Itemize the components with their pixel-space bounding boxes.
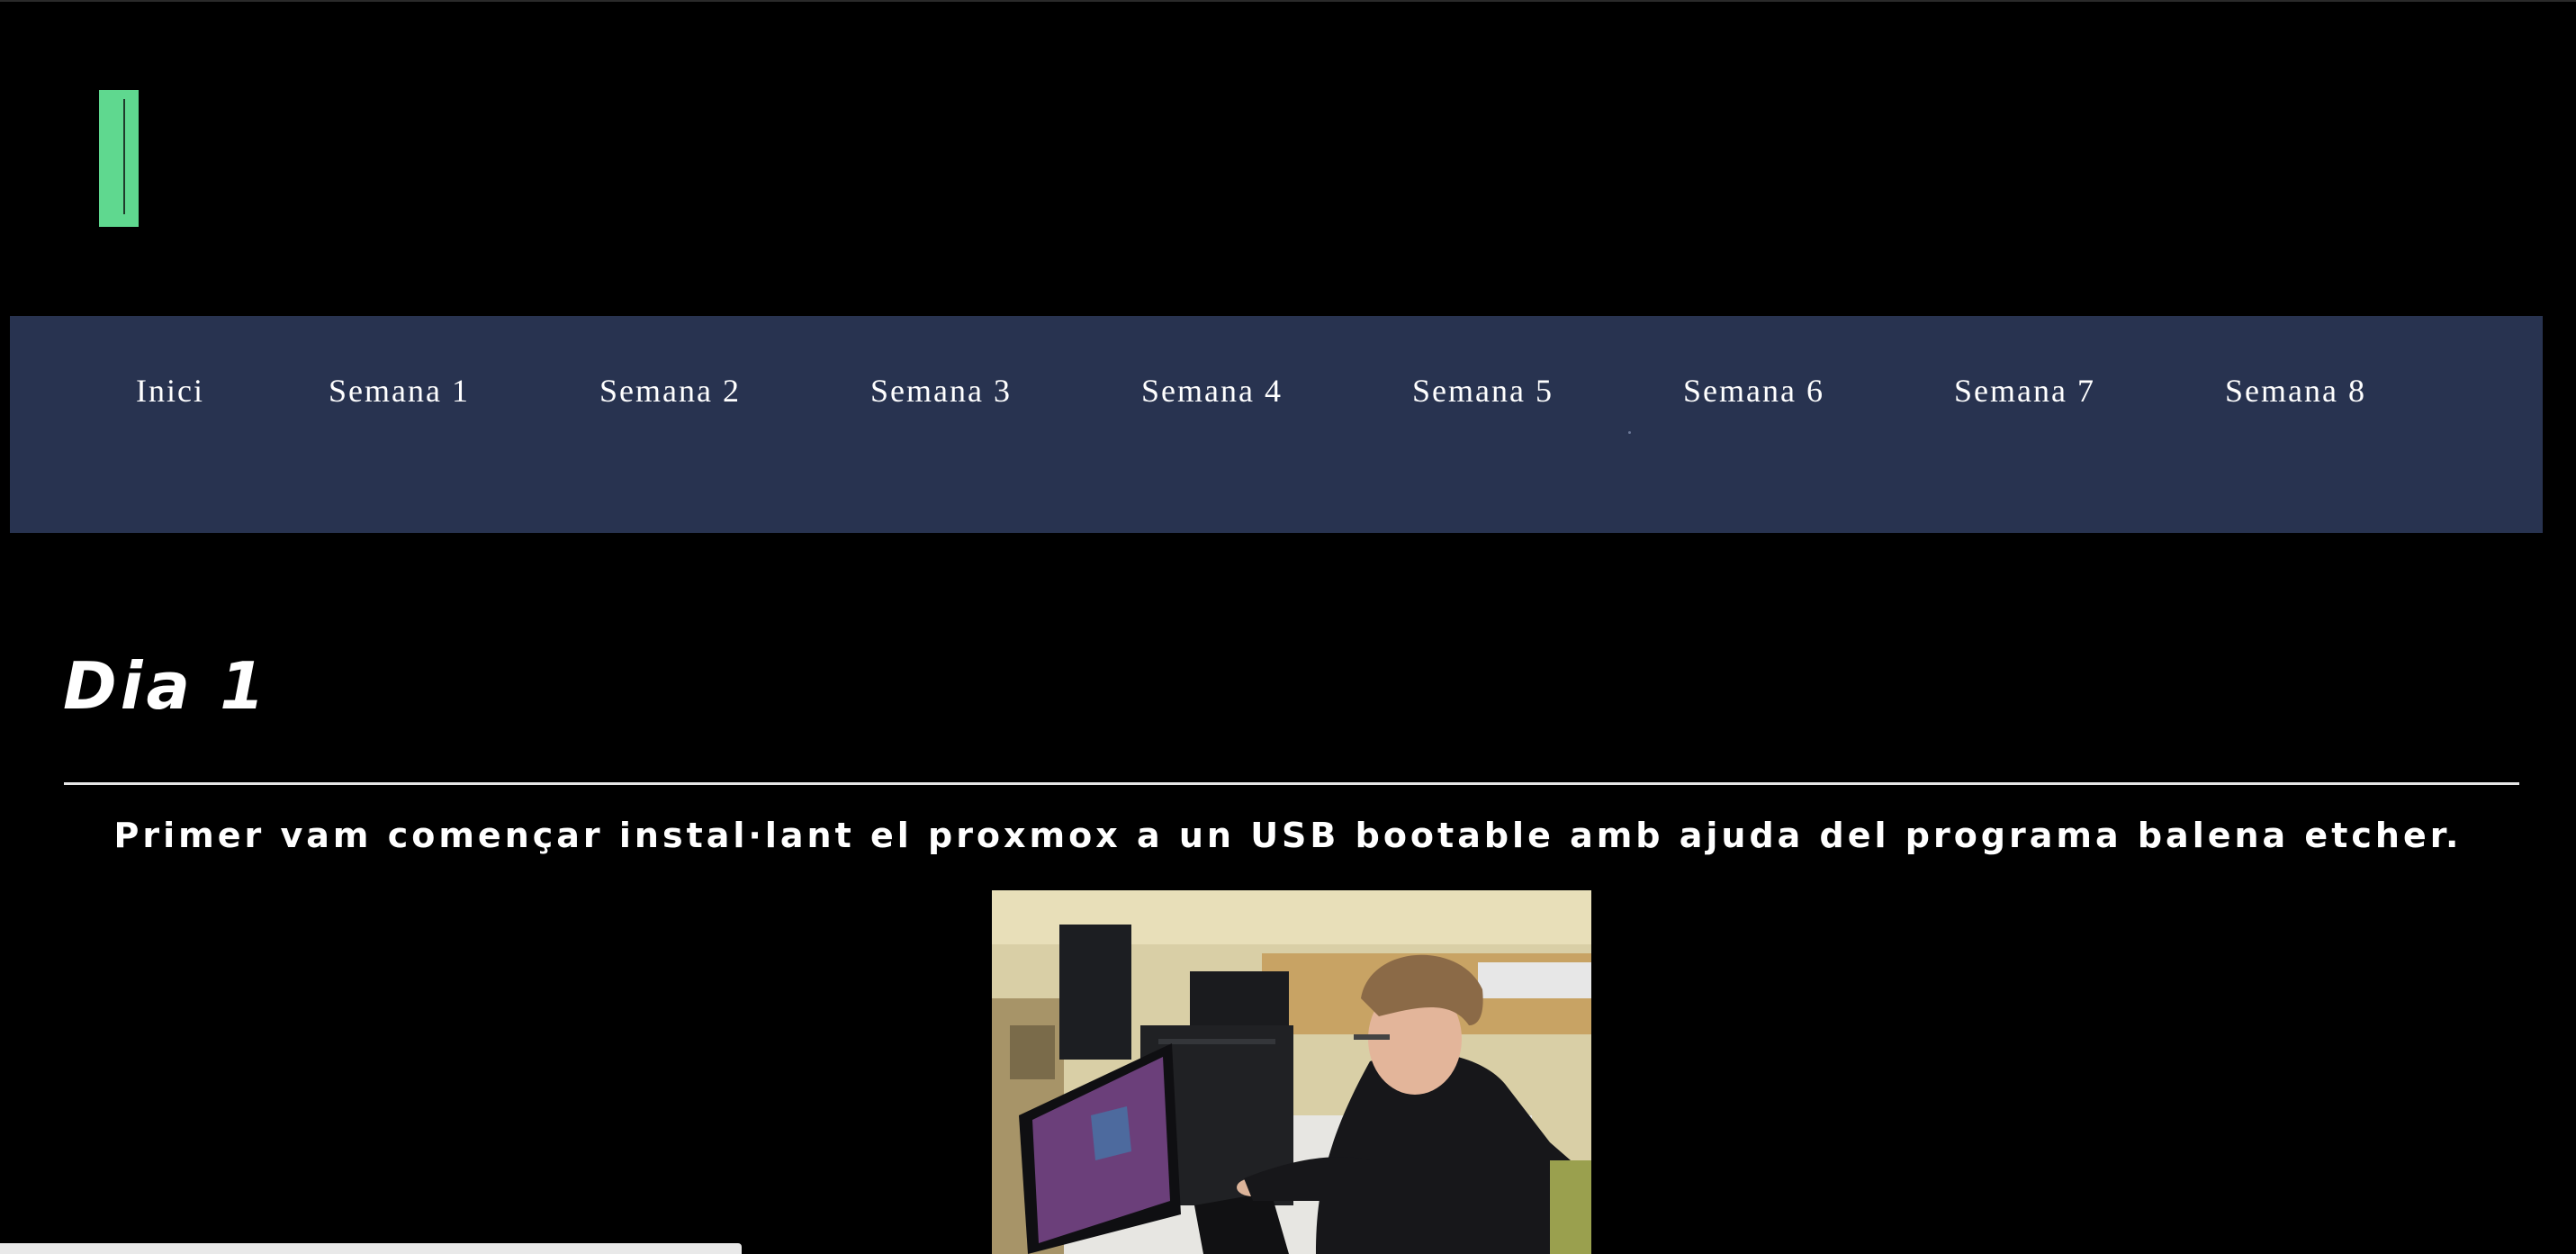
photo-equipment [1010,1025,1055,1079]
nav-item-semana-4[interactable]: Semana 4 [1141,372,1283,410]
main-navigation: Inici Semana 1 Semana 2 Semana 3 Semana … [10,316,2543,533]
page: Inici Semana 1 Semana 2 Semana 3 Semana … [0,0,2576,1254]
window-top-edge [0,0,2576,2]
section-title: Dia 1 [63,648,269,724]
classroom-photo [992,890,1591,1254]
nav-item-semana-6[interactable]: Semana 6 [1683,372,1824,410]
nav-item-semana-5[interactable]: Semana 5 [1412,372,1554,410]
nav-decoration-dot [1628,431,1631,434]
nav-item-semana-8[interactable]: Semana 8 [2225,372,2366,410]
site-logo[interactable] [99,90,139,227]
photo-chair [1550,1160,1591,1254]
nav-item-inici[interactable]: Inici [136,372,204,410]
nav-item-semana-3[interactable]: Semana 3 [870,372,1012,410]
logo-stroke [123,99,125,214]
nav-item-semana-7[interactable]: Semana 7 [1954,372,2095,410]
photo-glasses [1354,1034,1390,1040]
status-bar-url [0,1243,742,1254]
section-divider [64,782,2519,785]
photo-illustration [992,890,1591,1254]
photo-window [1478,962,1591,998]
section-description: Primer vam començar instal·lant el proxm… [113,816,2463,855]
nav-item-semana-1[interactable]: Semana 1 [329,372,470,410]
photo-monitor-back [1059,925,1131,1060]
nav-item-semana-2[interactable]: Semana 2 [599,372,741,410]
